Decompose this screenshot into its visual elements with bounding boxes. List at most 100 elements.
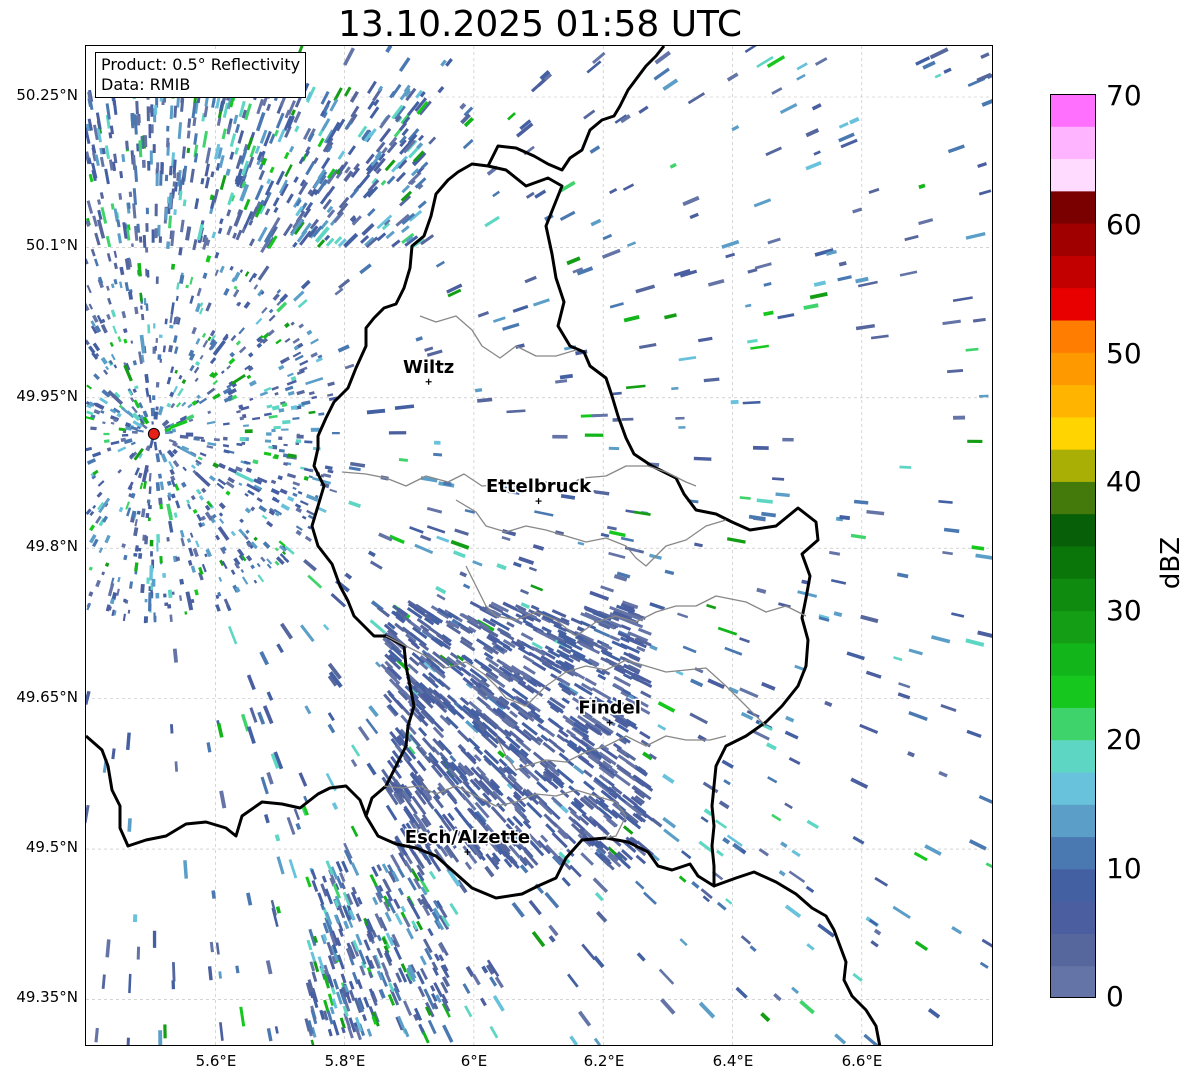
echo-cell <box>452 550 466 559</box>
echo-cell <box>126 1037 130 1045</box>
echo-cell <box>853 499 869 505</box>
echo-cell <box>433 808 445 822</box>
echo-cell <box>426 349 443 357</box>
echo-cell <box>276 643 284 654</box>
echo-cell <box>266 103 272 112</box>
echo-cell <box>175 500 181 509</box>
echo-cell <box>273 129 280 137</box>
echo-cell <box>722 837 731 845</box>
echo-cell <box>244 271 250 277</box>
echo-cell <box>86 284 92 294</box>
echo-cell <box>245 467 252 473</box>
echo-cell <box>178 374 183 380</box>
echo-cell <box>94 402 105 410</box>
echo-cell <box>791 986 800 995</box>
echo-cell <box>943 67 952 74</box>
echo-cell <box>154 228 158 239</box>
echo-cell <box>424 346 434 352</box>
echo-cell <box>761 681 776 691</box>
lat-label: 49.65°N <box>16 688 78 706</box>
echo-cell <box>132 914 138 923</box>
echo-cell <box>200 439 206 442</box>
echo-cell <box>385 46 393 54</box>
echo-cell <box>940 704 957 712</box>
echo-cell <box>244 492 249 497</box>
echo-cell <box>442 1024 454 1043</box>
echo-cell <box>379 127 392 143</box>
echo-cell <box>534 510 554 517</box>
echo-cell <box>287 372 294 378</box>
echo-cell <box>226 365 231 370</box>
echo-cell <box>170 263 176 270</box>
echo-cell <box>657 701 676 713</box>
echo-cell <box>592 877 609 893</box>
echo-cell <box>310 427 320 432</box>
city-label: Wiltz <box>403 357 454 378</box>
echo-cell <box>310 1039 316 1045</box>
echo-cell <box>322 473 332 478</box>
echo-cell <box>185 284 189 289</box>
echo-cell <box>273 206 279 214</box>
radar-map[interactable]: Wiltz Ettelbruck Findel Esch/Alzette <box>85 45 993 1046</box>
echo-cell <box>233 114 239 125</box>
echo-cell <box>170 493 176 499</box>
echo-cell <box>715 849 724 857</box>
echo-cell <box>489 1025 499 1039</box>
echo-cell <box>156 542 159 552</box>
echo-cell <box>166 536 170 542</box>
echo-cell <box>388 431 407 435</box>
echo-cell <box>559 210 576 221</box>
echo-cell <box>459 571 468 578</box>
echo-cell <box>186 147 191 154</box>
echo-cell <box>979 961 989 969</box>
echo-cell <box>331 431 340 435</box>
echo-cell <box>590 218 602 227</box>
echo-cell <box>100 409 105 414</box>
echo-cell <box>140 508 146 518</box>
echo-cell <box>566 256 581 266</box>
echo-cell <box>110 440 120 446</box>
echo-cell <box>255 317 263 325</box>
colorbar-tick: 50 <box>1106 337 1142 370</box>
echo-cell <box>301 515 307 520</box>
echo-cell <box>492 995 505 1012</box>
echo-cell <box>146 106 150 122</box>
colorbar-segment <box>1050 772 1096 805</box>
echo-cell <box>205 302 212 312</box>
echo-cell <box>86 410 94 416</box>
echo-cell <box>427 927 434 937</box>
echo-cell <box>147 324 151 334</box>
echo-cell <box>181 401 187 407</box>
echo-cell <box>284 385 294 392</box>
echo-cell <box>791 849 801 858</box>
echo-cell <box>310 338 319 345</box>
echo-cell <box>129 581 134 589</box>
echo-cell <box>428 136 437 145</box>
echo-cell <box>223 598 230 607</box>
echo-cell <box>706 603 717 610</box>
colorbar-segment <box>1050 836 1096 870</box>
echo-cell <box>367 550 376 558</box>
echo-cell <box>164 602 169 607</box>
echo-cell <box>134 562 139 572</box>
echo-cell <box>191 326 197 335</box>
echo-cell <box>144 535 149 545</box>
echo-cell <box>739 687 759 699</box>
echo-cell <box>730 399 739 405</box>
echo-cell <box>440 59 447 67</box>
echo-cell <box>749 945 757 952</box>
echo-cell <box>689 712 708 725</box>
echo-cell <box>123 554 128 561</box>
echo-cell <box>766 55 786 68</box>
echo-cell <box>660 998 676 1015</box>
echo-cell <box>459 696 470 706</box>
echo-cell <box>597 673 607 681</box>
echo-cell <box>218 971 223 979</box>
echo-cell <box>638 342 657 350</box>
echo-cell <box>427 1019 437 1035</box>
echo-cell <box>534 189 547 199</box>
echo-cell <box>784 802 793 810</box>
lon-label: 5.8°E <box>324 1052 366 1070</box>
echo-cell <box>458 812 471 827</box>
echo-cell <box>717 626 738 636</box>
